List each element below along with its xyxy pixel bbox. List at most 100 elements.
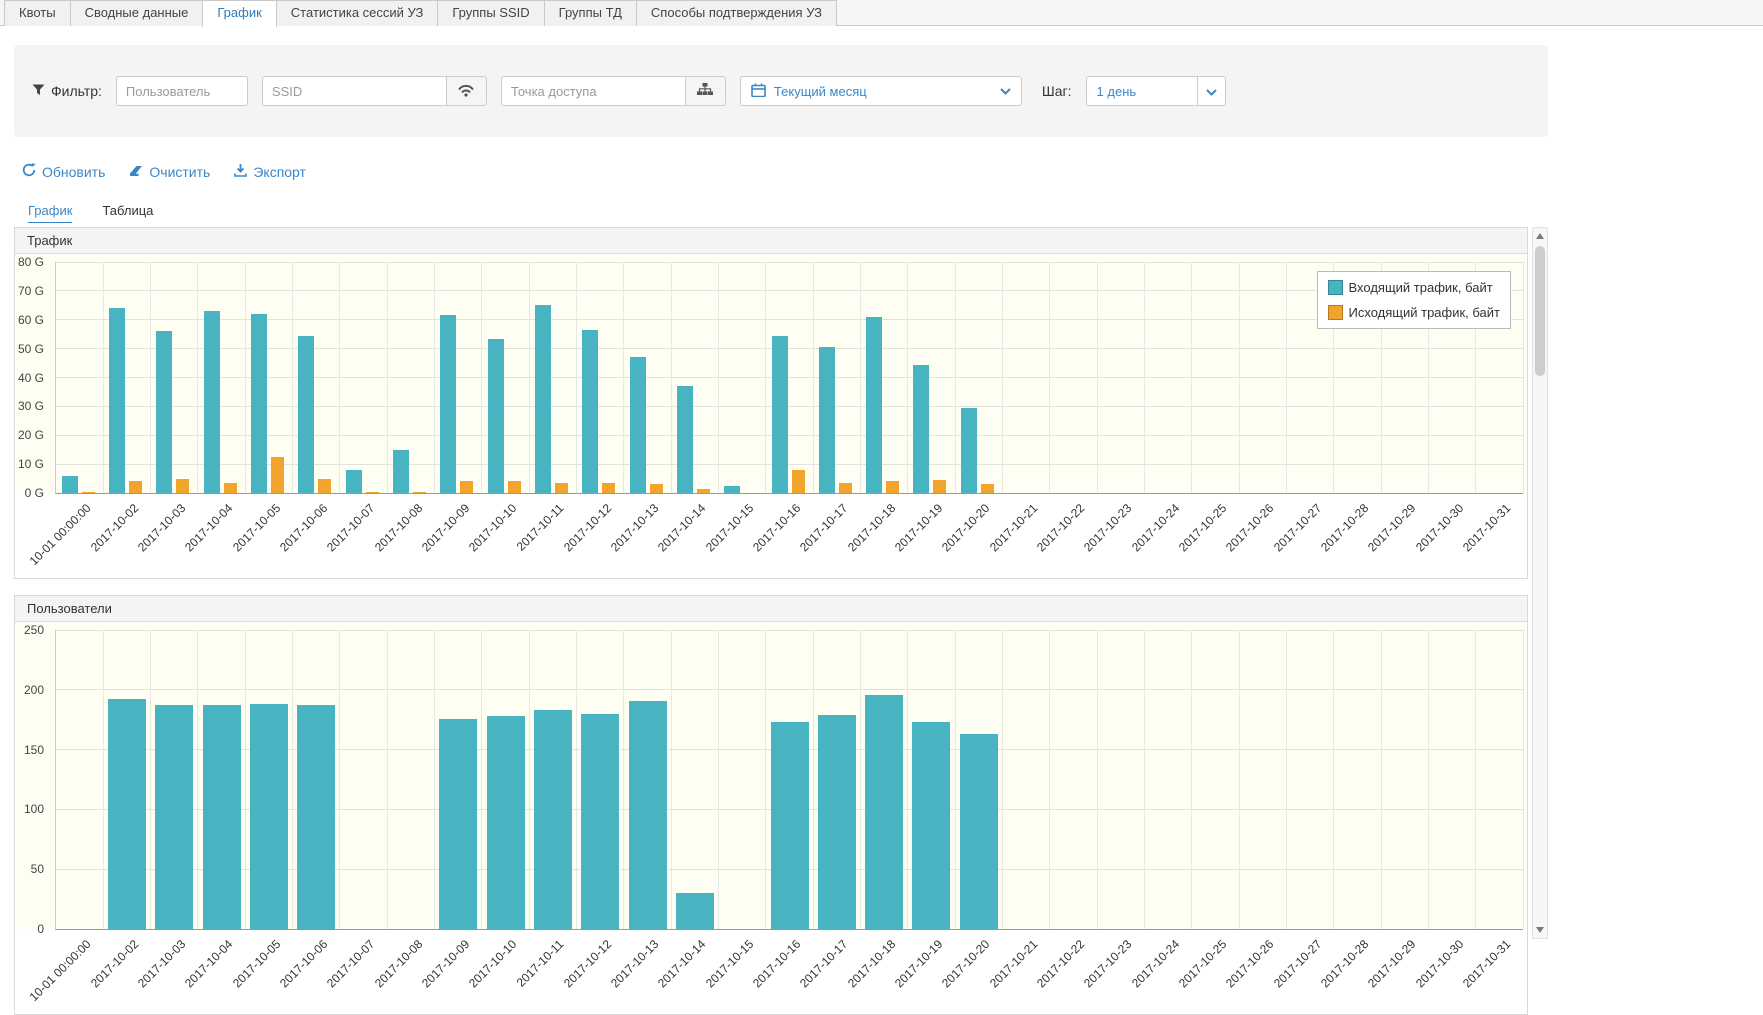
period-select[interactable]: Текущий месяц <box>740 76 1022 106</box>
y-axis-tick-label: 80 G <box>18 255 44 269</box>
x-axis-tick-label: 2017-10-11 <box>514 937 567 990</box>
subtab-chart[interactable]: График <box>28 203 72 223</box>
traffic-panel: Трафик 0 G10 G20 G30 G40 G50 G60 G70 G80… <box>14 227 1528 579</box>
user-filter-input[interactable] <box>116 76 248 106</box>
y-axis-tick-label: 250 <box>24 623 44 637</box>
bar-series1 <box>913 365 929 493</box>
subtab-table[interactable]: Таблица <box>102 203 153 223</box>
bar-series2 <box>508 481 521 493</box>
ssid-picker-button[interactable] <box>447 76 487 106</box>
tab-statistika-sessiy[interactable]: Статистика сессий УЗ <box>276 0 439 26</box>
traffic-y-axis: 0 G10 G20 G30 G40 G50 G60 G70 G80 G <box>15 262 49 494</box>
legend-label-outgoing: Исходящий трафик, байт <box>1349 305 1500 320</box>
step-value: 1 день <box>1097 84 1137 99</box>
x-axis-tick-label: 2017-10-02 <box>88 501 141 554</box>
x-axis-tick-label: 2017-10-10 <box>466 937 519 990</box>
access-point-picker-button[interactable] <box>686 76 726 106</box>
legend-item-incoming[interactable]: Входящий трафик, байт <box>1328 280 1500 295</box>
sitemap-icon <box>697 83 713 99</box>
x-axis-tick-label: 2017-10-29 <box>1365 501 1418 554</box>
refresh-label: Обновить <box>42 164 105 180</box>
bar-series1 <box>535 305 551 493</box>
gridline-vertical <box>955 630 956 929</box>
x-axis-tick-label: 2017-10-27 <box>1271 937 1324 990</box>
gridline-horizontal <box>56 377 1523 378</box>
bar-series1 <box>866 317 882 493</box>
eraser-icon <box>129 164 143 180</box>
scroll-down-button[interactable] <box>1533 922 1547 938</box>
step-select[interactable]: 1 день <box>1086 76 1198 106</box>
bar-series1 <box>534 710 572 929</box>
bar-series2 <box>792 470 805 493</box>
x-axis-tick-label: 2017-10-15 <box>703 937 756 990</box>
export-button[interactable]: Экспорт <box>234 163 306 180</box>
tab-grafik[interactable]: График <box>202 0 276 27</box>
x-axis-tick-label: 2017-10-27 <box>1271 501 1324 554</box>
bar-series1 <box>108 699 146 929</box>
gridline-vertical <box>1002 630 1003 929</box>
traffic-x-axis: 10-01 00:00:002017-10-022017-10-032017-1… <box>55 494 1523 578</box>
traffic-chart: 0 G10 G20 G30 G40 G50 G60 G70 G80 G Вход… <box>15 254 1527 578</box>
bar-series2 <box>460 481 473 493</box>
bar-series1 <box>630 357 646 493</box>
x-axis-tick-label: 2017-10-04 <box>182 937 235 990</box>
scrollbar-thumb[interactable] <box>1535 246 1545 376</box>
x-axis-tick-label: 2017-10-23 <box>1081 937 1134 990</box>
bar-series2 <box>650 484 663 493</box>
users-plot <box>55 630 1523 930</box>
x-axis-tick-label: 2017-10-12 <box>561 501 614 554</box>
period-value: Текущий месяц <box>774 84 867 99</box>
vertical-scrollbar[interactable] <box>1532 227 1548 939</box>
gridline-vertical <box>576 630 577 929</box>
bar-series2 <box>697 489 710 493</box>
clear-button[interactable]: Очистить <box>129 163 210 180</box>
gridline-vertical <box>1475 630 1476 929</box>
x-axis-tick-label: 2017-10-21 <box>987 501 1040 554</box>
users-chart: 050100150200250 10-01 00:00:002017-10-02… <box>15 622 1527 1014</box>
tab-svodnye-dannye[interactable]: Сводные данные <box>70 0 204 26</box>
x-axis-tick-label: 2017-10-19 <box>892 501 945 554</box>
bar-series1 <box>297 705 335 929</box>
tab-gruppy-td[interactable]: Группы ТД <box>544 0 637 26</box>
legend-item-outgoing[interactable]: Исходящий трафик, байт <box>1328 305 1500 320</box>
x-axis-tick-label: 2017-10-17 <box>797 937 850 990</box>
bar-series1 <box>676 893 714 929</box>
x-axis-tick-label: 2017-10-24 <box>1129 501 1182 554</box>
ssid-filter-input[interactable] <box>262 76 447 106</box>
x-axis-tick-label: 2017-10-09 <box>419 501 472 554</box>
x-axis-tick-label: 2017-10-04 <box>182 501 235 554</box>
x-axis-tick-label: 2017-10-14 <box>655 501 708 554</box>
gridline-horizontal <box>56 689 1523 690</box>
tab-gruppy-ssid[interactable]: Группы SSID <box>437 0 544 26</box>
filter-label-text: Фильтр: <box>51 83 102 99</box>
x-axis-tick-label: 10-01 00:00:00 <box>27 501 94 568</box>
gridline-vertical <box>860 630 861 929</box>
filter-panel: Фильтр: <box>14 45 1548 137</box>
clear-label: Очистить <box>149 164 210 180</box>
x-axis-tick-label: 2017-10-09 <box>419 937 472 990</box>
step-label: Шаг: <box>1042 83 1072 99</box>
bar-series2 <box>271 457 284 493</box>
tab-kvoty[interactable]: Квоты <box>4 0 71 26</box>
bar-series1 <box>298 336 314 493</box>
gridline-vertical <box>1097 630 1098 929</box>
access-point-filter-input[interactable] <box>501 76 686 106</box>
users-panel: Пользователи 050100150200250 10-01 00:00… <box>14 595 1528 1015</box>
tab-sposoby-podtverzhdeniya[interactable]: Способы подтверждения УЗ <box>636 0 837 26</box>
bar-series1 <box>724 486 740 493</box>
view-subtabs: График Таблица <box>28 203 153 223</box>
x-axis-tick-label: 2017-10-28 <box>1318 937 1371 990</box>
refresh-button[interactable]: Обновить <box>22 163 105 180</box>
bar-series2 <box>839 483 852 493</box>
gridline-horizontal <box>56 630 1523 631</box>
x-axis-tick-label: 2017-10-08 <box>372 937 425 990</box>
gridline-vertical <box>529 630 530 929</box>
scroll-up-button[interactable] <box>1533 228 1547 244</box>
bar-series1 <box>393 450 409 493</box>
bar-series1 <box>109 308 125 493</box>
gridline-vertical <box>197 630 198 929</box>
x-axis-tick-label: 2017-10-08 <box>372 501 425 554</box>
step-dropdown-button[interactable] <box>1198 76 1226 106</box>
y-axis-tick-label: 30 G <box>18 399 44 413</box>
gridline-horizontal <box>56 435 1523 436</box>
